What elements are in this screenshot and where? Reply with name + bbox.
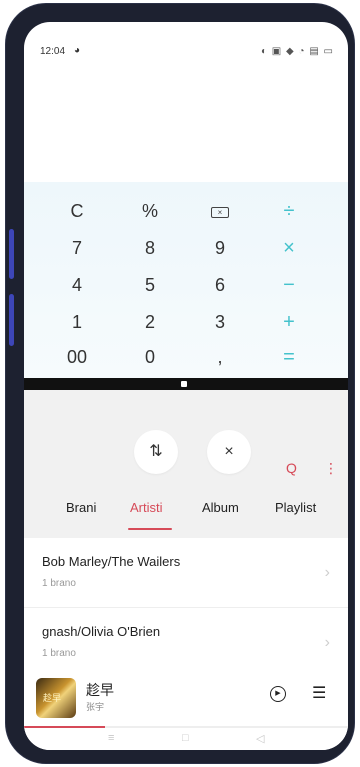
digit-5-key[interactable]: 5 (120, 270, 180, 300)
volume-button (9, 229, 14, 279)
more-icon[interactable]: ⋮ (324, 460, 338, 477)
screen: 12:04 ◕ ◐ ▣ ◆ ◔ ▤ ▭ C % × ÷ 7 8 9 × 4 5 (24, 22, 348, 750)
clear-key[interactable]: C (47, 196, 107, 226)
artist-name: gnash/Olivia O'Brien (42, 624, 161, 639)
status-icons: ◐ ▣ ◆ ◔ ▤ ▭ (260, 46, 334, 57)
active-tab-indicator (128, 528, 172, 530)
track-count: 1 brano (42, 578, 76, 589)
calc-row: 00 0 , = (24, 342, 348, 378)
mini-player[interactable]: 趁早 趁早 张宇 ▶ ☰ (24, 666, 348, 728)
sort-button[interactable]: ⇅ (134, 430, 178, 474)
home-icon[interactable]: □ (182, 732, 189, 744)
digit-9-key[interactable]: 9 (190, 233, 250, 263)
status-time: 12:04 (40, 46, 66, 57)
percent-key[interactable]: % (120, 196, 180, 226)
tab-album[interactable]: Album (202, 500, 239, 515)
backspace-key[interactable]: × (190, 196, 250, 226)
multiply-key[interactable]: × (259, 233, 319, 263)
digit-1-key[interactable]: 1 (47, 307, 107, 337)
album-cover: 趁早 (36, 678, 76, 718)
digit-2-key[interactable]: 2 (120, 307, 180, 337)
artist-name: Bob Marley/The Wailers (42, 554, 181, 569)
calculator: C % × ÷ 7 8 9 × 4 5 6 − 1 2 3 + 00 0 , = (24, 182, 348, 378)
decimal-key[interactable]: , (190, 342, 250, 372)
tab-brani[interactable]: Brani (66, 500, 96, 515)
calc-row: 4 5 6 − (24, 270, 348, 306)
plus-key[interactable]: + (259, 307, 319, 337)
close-icon: × (224, 443, 234, 460)
system-nav-bar: ≡ □ ◁ (24, 728, 348, 750)
chevron-right-icon: › (324, 634, 330, 651)
play-pause-icon[interactable]: ▶ (270, 686, 286, 702)
sort-icon: ⇅ (149, 443, 163, 460)
digit-3-key[interactable]: 3 (190, 307, 250, 337)
digit-8-key[interactable]: 8 (120, 233, 180, 263)
split-screen-divider[interactable] (24, 378, 348, 390)
minus-key[interactable]: − (259, 270, 319, 300)
calc-row: 1 2 3 + (24, 307, 348, 343)
chevron-right-icon: › (324, 564, 330, 581)
phone-frame: 12:04 ◕ ◐ ▣ ◆ ◔ ▤ ▭ C % × ÷ 7 8 9 × 4 5 (6, 4, 354, 763)
tab-bar: Brani Artisti Album Playlist (24, 500, 348, 530)
queue-icon[interactable]: ☰ (312, 683, 326, 703)
status-bar: 12:04 ◕ ◐ ▣ ◆ ◔ ▤ ▭ (40, 45, 334, 62)
divide-key[interactable]: ÷ (259, 196, 319, 226)
double-zero-key[interactable]: 00 (47, 342, 107, 372)
power-button (9, 294, 14, 346)
backspace-icon: × (211, 207, 229, 218)
search-icon[interactable]: Q (286, 460, 297, 476)
list-item[interactable]: Bob Marley/The Wailers 1 brano › (24, 538, 348, 608)
track-title: 趁早 (86, 682, 114, 698)
menu-icon[interactable]: ≡ (108, 732, 114, 744)
calc-row: 7 8 9 × (24, 233, 348, 269)
artist-list: Bob Marley/The Wailers 1 brano › gnash/O… (24, 538, 348, 678)
divider-handle[interactable] (181, 381, 187, 387)
track-artist: 张宇 (86, 702, 105, 712)
equals-key[interactable]: = (259, 342, 319, 372)
cover-text: 趁早 (43, 693, 62, 703)
tab-playlist[interactable]: Playlist (275, 500, 316, 515)
tab-artisti[interactable]: Artisti (130, 500, 163, 515)
calc-row: C % × ÷ (24, 196, 348, 232)
digit-6-key[interactable]: 6 (190, 270, 250, 300)
close-button[interactable]: × (207, 430, 251, 474)
track-count: 1 brano (42, 648, 76, 659)
digit-7-key[interactable]: 7 (47, 233, 107, 263)
music-player-app: ⇅ × Q ⋮ Brani Artisti Album Playlist Bob… (24, 390, 348, 750)
digit-0-key[interactable]: 0 (120, 342, 180, 372)
digit-4-key[interactable]: 4 (47, 270, 107, 300)
back-icon[interactable]: ◁ (256, 732, 264, 745)
notification-icon: ◕ (74, 45, 81, 56)
